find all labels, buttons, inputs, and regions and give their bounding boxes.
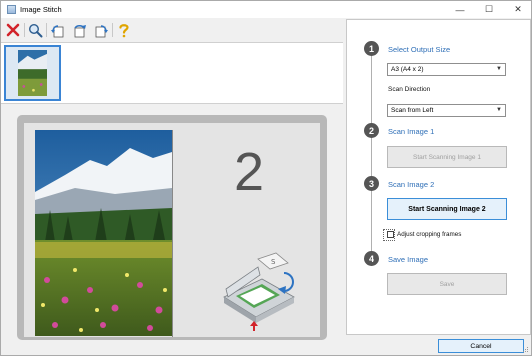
start-scanning-image-2-button[interactable]: Start Scanning Image 2 — [387, 198, 507, 220]
cancel-button[interactable]: Cancel — [438, 339, 524, 353]
adjust-cropping-frames-label: Adjust cropping frames — [397, 231, 462, 238]
rotate-right-icon[interactable] — [93, 22, 109, 38]
step-1-badge: 1 — [364, 41, 379, 56]
next-image-number: 2 — [233, 142, 265, 202]
close-button[interactable]: ✕ — [507, 1, 529, 18]
app-icon — [7, 5, 16, 14]
step-4-title: Save Image — [388, 255, 429, 264]
maximize-button[interactable]: ☐ — [478, 1, 500, 18]
start-scanning-image-1-button[interactable]: Start Scanning Image 1 — [387, 146, 507, 168]
rotate-left-icon[interactable] — [49, 22, 65, 38]
scanner-icon: S — [223, 252, 295, 331]
window-title: Image Stitch — [20, 5, 62, 14]
scan-direction-label: Scan Direction — [388, 86, 431, 93]
stitch-steps-panel: 1 Select Output Size A3 (A4 x 2) ▼ Scan … — [346, 19, 531, 335]
output-size-value: A3 (A4 x 2) — [391, 66, 424, 73]
thumbnail-strip — [1, 42, 343, 104]
preview-frame: 2 S — [17, 115, 327, 340]
output-size-select[interactable]: A3 (A4 x 2) ▼ — [387, 63, 506, 76]
scanned-image-1[interactable] — [35, 130, 172, 336]
zoom-icon[interactable] — [27, 22, 43, 38]
stitch-divider — [172, 130, 173, 337]
chevron-down-icon: ▼ — [496, 107, 502, 113]
step-1-title: Select Output Size — [388, 45, 451, 54]
preview-canvas: 2 S — [24, 123, 320, 337]
preview-area: 2 S — [1, 105, 343, 345]
step-4-badge: 4 — [364, 251, 379, 266]
rotate-180-icon[interactable] — [71, 22, 87, 38]
minimize-button[interactable]: — — [449, 1, 471, 18]
delete-icon[interactable] — [5, 22, 21, 38]
thumbnail-image-1[interactable] — [4, 45, 61, 101]
adjust-cropping-frames-checkbox[interactable] — [387, 231, 394, 238]
save-button[interactable]: Save — [387, 273, 507, 295]
steps-connector — [371, 55, 372, 263]
thumbnail-photo — [18, 50, 47, 96]
adjust-cropping-frames-row[interactable]: Adjust cropping frames — [387, 231, 461, 238]
toolbar-separator — [112, 23, 113, 37]
help-icon[interactable] — [116, 22, 132, 38]
toolbar-separator — [24, 23, 25, 37]
svg-text:S: S — [271, 258, 276, 266]
chevron-down-icon: ▼ — [496, 66, 502, 72]
step-2-badge: 2 — [364, 123, 379, 138]
scan-direction-value: Scan from Left — [391, 107, 434, 114]
toolbar — [1, 19, 343, 41]
scan-direction-select[interactable]: Scan from Left ▼ — [387, 104, 506, 117]
step-2-title: Scan Image 1 — [388, 127, 435, 136]
image-stitch-window: Image Stitch — ☐ ✕ 2 S 1 Select Output S… — [0, 0, 532, 356]
step-3-badge: 3 — [364, 176, 379, 191]
step-3-title: Scan Image 2 — [388, 180, 435, 189]
resize-grip-icon[interactable] — [522, 346, 529, 353]
toolbar-separator — [46, 23, 47, 37]
title-bar: Image Stitch — ☐ ✕ — [1, 1, 531, 18]
